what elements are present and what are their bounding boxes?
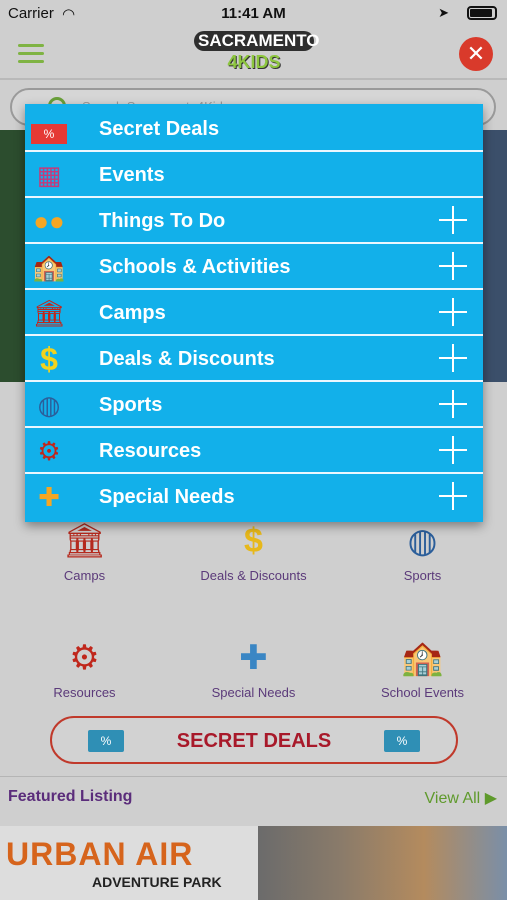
view-all-label: View All — [424, 790, 481, 807]
puzzle-icon: ✚ — [239, 639, 268, 677]
puzzle-icon: ✚ — [38, 482, 60, 512]
menu-item-label: Special Needs — [99, 486, 235, 508]
app-header: SACRAMENTO 4KIDS ✕ — [0, 28, 507, 80]
menu-item-resources[interactable]: ⚙ Resources — [25, 428, 483, 474]
hamburger-menu-icon[interactable] — [18, 44, 44, 63]
expand-plus-icon[interactable] — [439, 482, 467, 510]
app-logo[interactable]: SACRAMENTO 4KIDS — [194, 31, 320, 75]
menu-item-label: Things To Do — [99, 210, 226, 232]
expand-plus-icon[interactable] — [439, 344, 467, 372]
play-arrow-icon: ▶ — [484, 790, 497, 807]
grid-item-resources[interactable]: ⚙ Resources — [0, 637, 169, 700]
close-menu-button[interactable]: ✕ — [459, 37, 493, 71]
menu-item-label: Sports — [99, 394, 163, 416]
menu-item-secret-deals[interactable]: % Secret Deals — [25, 106, 483, 152]
basketball-icon: ◍ — [37, 390, 61, 420]
menu-item-events[interactable]: ▦ Events — [25, 152, 483, 198]
ticket-icon: % — [384, 730, 420, 752]
featured-listing-bar: Featured Listing View All ▶ — [0, 776, 507, 816]
ad-banner[interactable]: URBAN AIR ADVENTURE PARK — [0, 826, 507, 900]
grid-item-camps[interactable]: 🏛 Camps — [0, 520, 169, 583]
building-icon: 🏛 — [62, 522, 107, 560]
gears-icon: ⚙ — [69, 639, 100, 677]
menu-item-deals-discounts[interactable]: $ Deals & Discounts — [25, 336, 483, 382]
grid-item-label: Resources — [53, 685, 116, 700]
ticket-icon: % — [29, 110, 69, 148]
grid-item-school-events[interactable]: 🏫 School Events — [338, 637, 507, 700]
grid-item-sports[interactable]: ◍ Sports — [338, 520, 507, 583]
calendar-icon: ▦ — [36, 160, 62, 190]
menu-item-label: Resources — [99, 440, 202, 462]
dollar-icon: $ — [244, 522, 263, 560]
expand-plus-icon[interactable] — [439, 390, 467, 418]
menu-item-camps[interactable]: 🏛 Camps — [25, 290, 483, 336]
secret-deals-button[interactable]: % SECRET DEALS % — [50, 716, 458, 764]
grid-item-label: Camps — [63, 568, 106, 583]
school-building-icon: 🏫 — [401, 639, 444, 677]
menu-item-schools-activities[interactable]: 🏫 Schools & Activities — [25, 244, 483, 290]
grid-item-label: Sports — [403, 568, 442, 583]
ad-brand: URBAN AIR — [6, 836, 194, 872]
grid-item-label: Special Needs — [211, 685, 296, 700]
menu-item-label: Events — [99, 164, 165, 186]
logo-line1: SACRAMENTO — [194, 31, 320, 51]
gears-icon: ⚙ — [37, 436, 61, 466]
battery-icon — [467, 6, 497, 20]
menu-item-label: Deals & Discounts — [99, 348, 275, 370]
expand-plus-icon[interactable] — [439, 436, 467, 464]
hero-right-image — [481, 130, 507, 382]
menu-item-sports[interactable]: ◍ Sports — [25, 382, 483, 428]
grid-item-label: School Events — [380, 685, 465, 700]
nav-dropdown-menu: % Secret Deals ▦ Events ●● Things To Do … — [25, 104, 483, 522]
grid-item-deals[interactable]: $ Deals & Discounts — [169, 520, 338, 583]
menu-item-things-to-do[interactable]: ●● Things To Do — [25, 198, 483, 244]
menu-item-special-needs[interactable]: ✚ Special Needs — [25, 474, 483, 520]
clock: 11:41 AM — [221, 5, 286, 22]
featured-listing-title: Featured Listing — [8, 788, 133, 805]
expand-plus-icon[interactable] — [439, 206, 467, 234]
location-arrow-icon: ➤ — [438, 5, 449, 20]
ad-subtitle: ADVENTURE PARK — [92, 874, 222, 890]
status-bar: Carrier ◠ 11:41 AM ➤ — [0, 0, 507, 28]
grid-item-label: Deals & Discounts — [200, 568, 307, 583]
basketball-icon: ◍ — [407, 522, 438, 560]
grid-item-special-needs[interactable]: ✚ Special Needs — [169, 637, 338, 700]
people-icon: ●● — [33, 206, 65, 236]
menu-item-label: Camps — [99, 302, 166, 324]
building-icon: 🏛 — [32, 298, 66, 328]
menu-item-label: Schools & Activities — [99, 256, 291, 278]
expand-plus-icon[interactable] — [439, 252, 467, 280]
menu-item-label: Secret Deals — [99, 118, 220, 140]
dollar-icon: $ — [40, 341, 58, 377]
school-icon: 🏫 — [32, 252, 66, 282]
logo-line2: 4KIDS — [227, 52, 281, 72]
expand-plus-icon[interactable] — [439, 298, 467, 326]
view-all-link[interactable]: View All ▶ — [425, 788, 498, 808]
ad-photo — [258, 826, 507, 900]
